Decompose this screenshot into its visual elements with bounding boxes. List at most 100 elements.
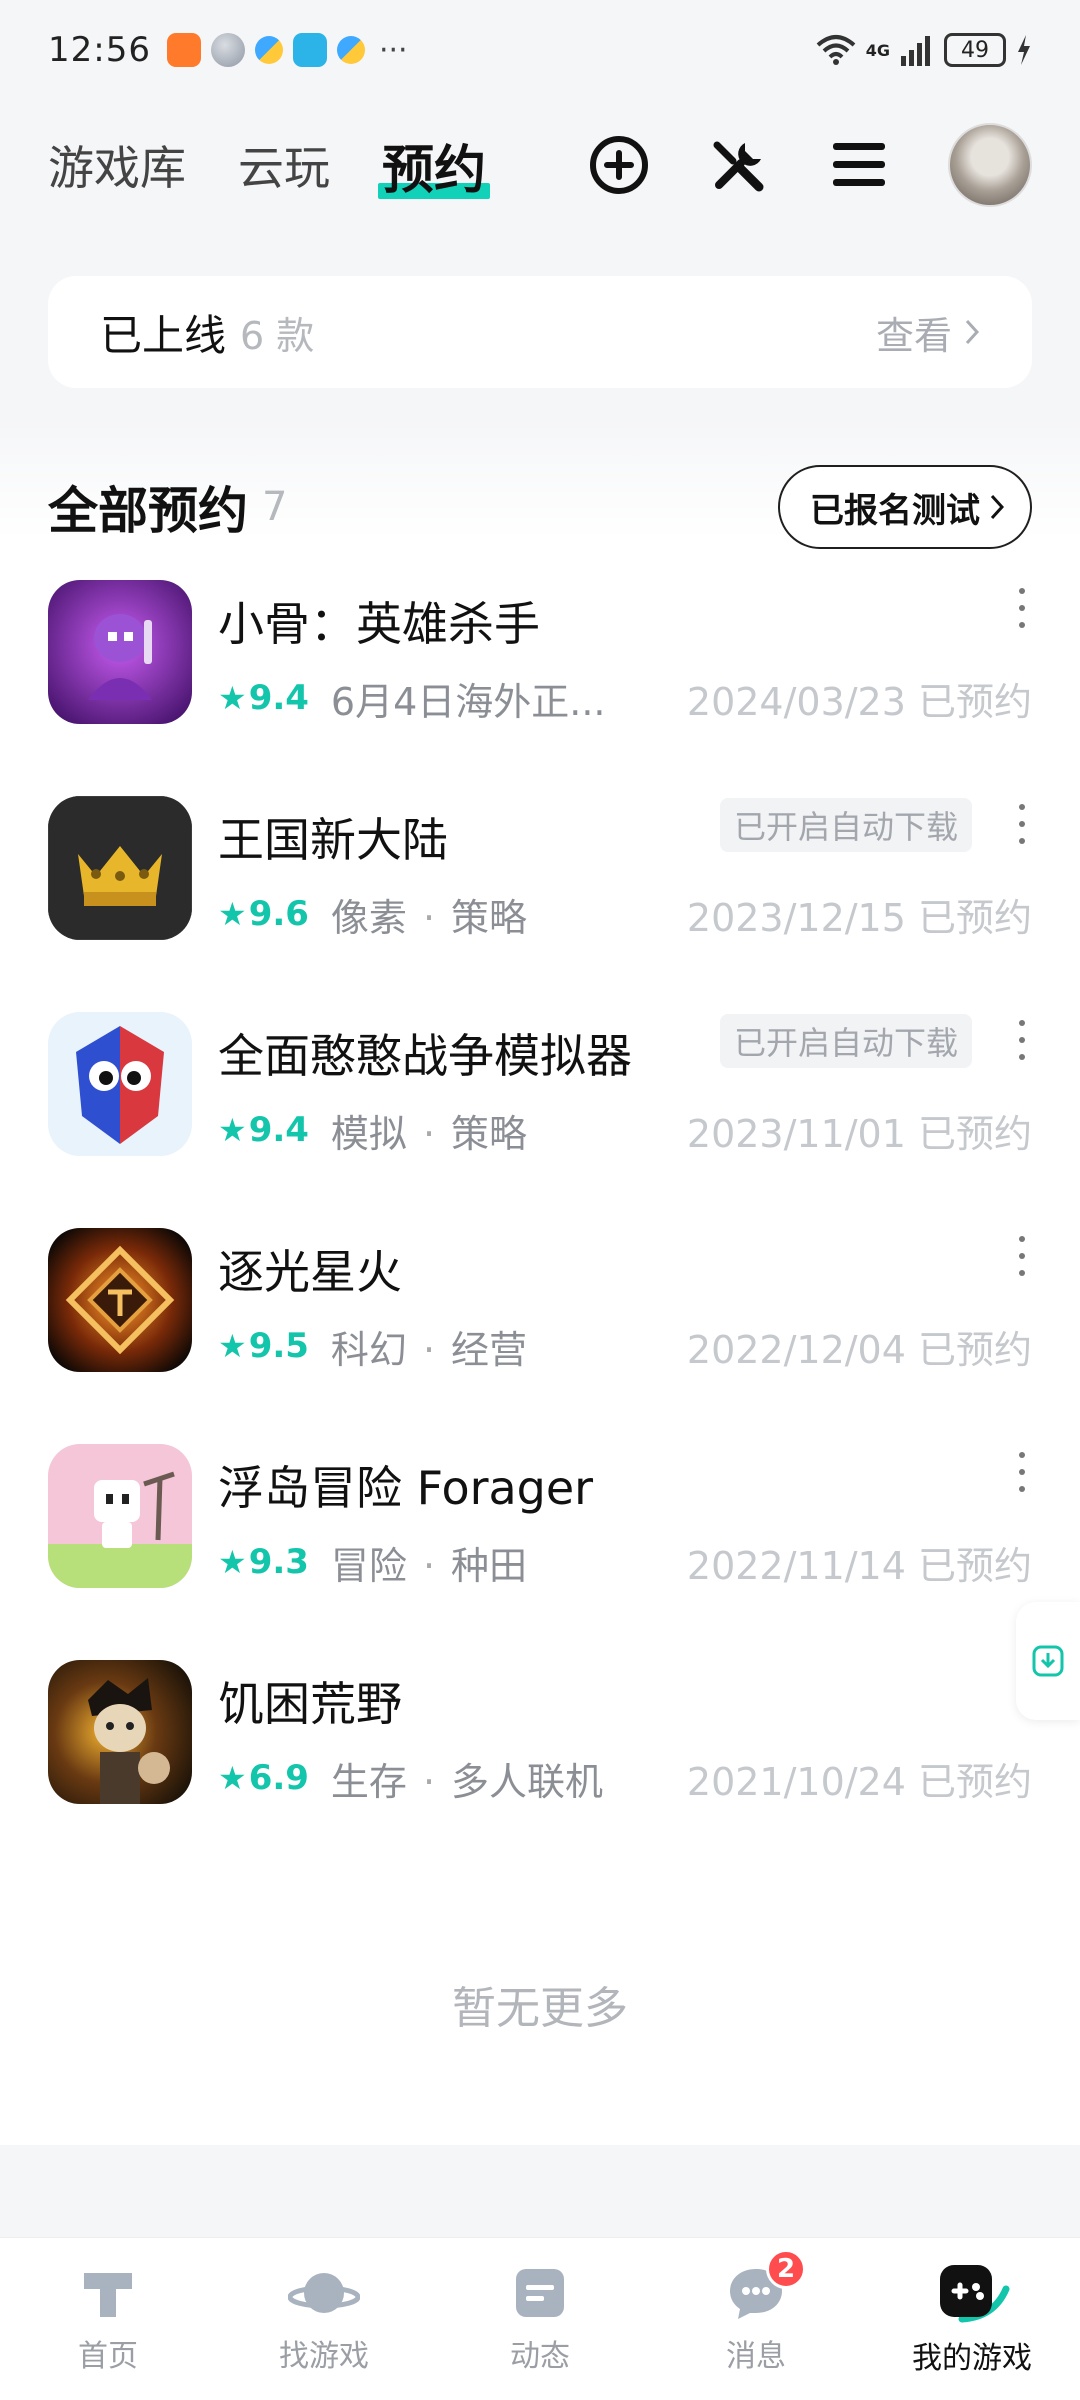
app-notification-icon — [336, 36, 365, 64]
status-time: 12:56 — [48, 30, 151, 70]
download-float-button[interactable] — [1016, 1602, 1080, 1720]
game-icon[interactable] — [48, 580, 192, 724]
notification-icons: ··· — [166, 32, 408, 68]
game-icon[interactable] — [48, 1012, 192, 1156]
status-bar: 12:56 ··· 4G 49 — [0, 0, 1080, 100]
game-score: 6.9 — [248, 1758, 309, 1798]
game-meta: ★ 9.4 6月4日海外正... — [218, 672, 606, 724]
game-name: 逐光星火 — [218, 1245, 402, 1299]
game-row[interactable]: 逐光星火 ★ 9.5 科幻 · 经营 2022/12/04 已预约 — [48, 1228, 1032, 1388]
add-circle-icon[interactable] — [588, 134, 650, 196]
star-icon: ★ — [218, 1543, 247, 1581]
book-app-icon — [292, 33, 327, 67]
chevron-right-icon — [990, 494, 1004, 520]
more-options-icon[interactable] — [1012, 1452, 1032, 1492]
game-icon[interactable] — [48, 1660, 192, 1804]
game-tag: 经营 — [451, 1327, 528, 1372]
more-notifications-icon: ··· — [378, 32, 408, 68]
game-tag: 策略 — [451, 1111, 528, 1156]
reservation-list-panel: 全部预约 7 已报名测试 小骨：英雄杀手 ★ 9.4 6月4日海外正... 20… — [0, 420, 1080, 2145]
game-tag: 模拟 — [330, 1111, 407, 1156]
nav-feed[interactable]: 动态 — [450, 2263, 630, 2375]
game-icon[interactable] — [48, 1444, 192, 1588]
game-tag: 种田 — [451, 1543, 528, 1588]
game-name: 小骨：英雄杀手 — [218, 597, 540, 651]
tools-icon[interactable] — [708, 134, 770, 196]
auto-download-badge: 已开启自动下载 — [719, 1014, 972, 1068]
section-header: 全部预约 7 已报名测试 — [48, 462, 1032, 552]
launched-count: 6 款 — [240, 313, 315, 358]
nav-my-games[interactable]: 我的游戏 — [882, 2261, 1062, 2377]
feed-icon — [516, 2269, 564, 2317]
download-icon — [1032, 1645, 1064, 1677]
nav-messages[interactable]: 2 消息 — [666, 2249, 846, 2375]
game-meta: ★ 9.6 像素 · 策略 — [218, 888, 527, 940]
game-tags: 模拟 · 策略 — [330, 1111, 528, 1156]
registered-tests-label: 已报名测试 — [810, 490, 980, 531]
launched-games-card[interactable]: 已上线 6 款 查看 — [48, 276, 1032, 388]
top-header: 游戏库 云玩 预约 — [0, 110, 1080, 220]
game-row[interactable]: 饥困荒野 ★ 6.9 生存 · 多人联机 2021/10/24 已预约 — [48, 1660, 1032, 1820]
gamepad-icon — [940, 2265, 1010, 2323]
game-name: 饥困荒野 — [218, 1677, 402, 1731]
reservation-date: 2023/11/01 已预约 — [686, 1111, 1032, 1156]
nav-home[interactable]: 首页 — [18, 2263, 198, 2375]
star-icon: ★ — [218, 1111, 247, 1149]
game-tag: 策略 — [451, 895, 528, 940]
star-icon: ★ — [218, 679, 247, 717]
game-row[interactable]: 王国新大陆 已开启自动下载 ★ 9.6 像素 · 策略 2023/12/15 已预约 — [48, 796, 1032, 956]
game-tags: 科幻 · 经营 — [330, 1327, 528, 1372]
reservation-date: 2022/11/14 已预约 — [686, 1543, 1032, 1588]
game-tag: 科幻 — [330, 1327, 407, 1372]
launched-label: 已上线 — [100, 310, 227, 360]
game-tag: 生存 — [330, 1759, 407, 1804]
chevron-right-icon — [965, 319, 980, 345]
nav-label: 动态 — [510, 2339, 570, 2374]
game-score: 9.5 — [248, 1326, 309, 1366]
view-label: 查看 — [875, 313, 952, 358]
game-row[interactable]: 浮岛冒险 Forager ★ 9.3 冒险 · 种田 2022/11/14 已预约 — [48, 1444, 1032, 1604]
section-title: 全部预约 — [48, 482, 248, 540]
app-notification-icon — [254, 36, 283, 64]
game-tag: 6月4日海外正... — [330, 679, 606, 724]
game-tags: 6月4日海外正... — [331, 671, 606, 726]
header-actions — [588, 123, 1032, 207]
nav-label: 首页 — [78, 2339, 138, 2374]
unread-badge: 2 — [766, 2249, 807, 2289]
nav-label: 我的游戏 — [912, 2341, 1032, 2376]
tab-game-library[interactable]: 游戏库 — [48, 132, 186, 198]
game-name: 浮岛冒险 Forager — [218, 1461, 594, 1515]
game-meta: ★ 9.4 模拟 · 策略 — [218, 1104, 527, 1156]
game-row[interactable]: 小骨：英雄杀手 ★ 9.4 6月4日海外正... 2024/03/23 已预约 — [48, 580, 1032, 740]
game-meta: ★ 9.3 冒险 · 种田 — [218, 1536, 527, 1588]
game-meta: ★ 9.5 科幻 · 经营 — [218, 1320, 527, 1372]
tab-reservations[interactable]: 预约 — [377, 128, 491, 203]
app-notification-icon — [210, 33, 245, 67]
game-score: 9.3 — [248, 1542, 309, 1582]
avatar[interactable] — [948, 123, 1032, 207]
view-launched-link[interactable]: 查看 — [876, 305, 980, 360]
charging-icon — [1018, 35, 1030, 65]
signal-icon — [901, 36, 930, 66]
nav-label: 找游戏 — [279, 2339, 369, 2374]
game-row[interactable]: 全面憨憨战争模拟器 已开启自动下载 ★ 9.4 模拟 · 策略 2023/11/01… — [48, 1012, 1032, 1172]
star-icon: ★ — [218, 1327, 247, 1365]
more-options-icon[interactable] — [1012, 1020, 1032, 1060]
reservation-date: 2024/03/23 已预约 — [686, 679, 1032, 724]
registered-tests-button[interactable]: 已报名测试 — [778, 465, 1032, 549]
menu-icon[interactable] — [828, 134, 890, 196]
game-icon[interactable] — [48, 1228, 192, 1372]
battery-indicator: 49 — [944, 33, 1006, 67]
game-icon[interactable] — [48, 796, 192, 940]
game-tags: 生存 · 多人联机 — [330, 1759, 604, 1804]
planet-icon — [288, 2273, 360, 2313]
auto-download-badge: 已开启自动下载 — [719, 798, 972, 852]
game-score: 9.6 — [248, 894, 309, 934]
game-score: 9.4 — [248, 678, 309, 718]
more-options-icon[interactable] — [1012, 588, 1032, 628]
tab-cloud-play[interactable]: 云玩 — [238, 132, 330, 198]
more-options-icon[interactable] — [1012, 1236, 1032, 1276]
bottom-nav: 首页 找游戏 动态 2 消息 我的游戏 — [0, 2237, 1080, 2400]
nav-find-games[interactable]: 找游戏 — [234, 2263, 414, 2375]
more-options-icon[interactable] — [1012, 804, 1032, 844]
